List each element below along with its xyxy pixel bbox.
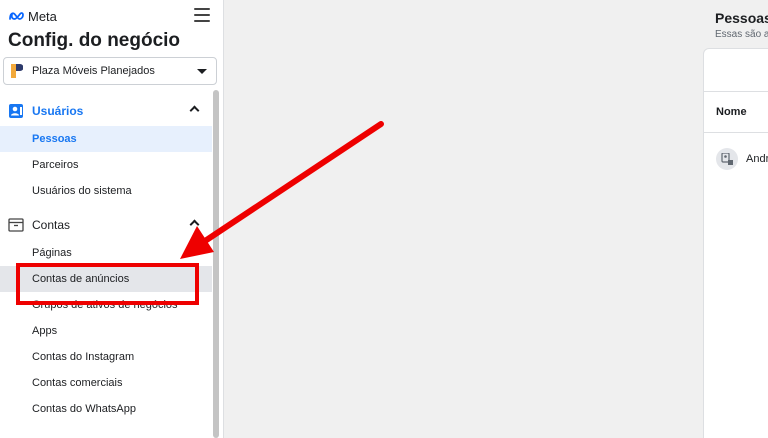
sidebar-item-parceiros[interactable]: Parceiros <box>0 152 212 178</box>
sidebar-nav: Usuários Pessoas Parceiros Usuários do s… <box>0 96 212 422</box>
section-users[interactable]: Usuários <box>0 96 212 126</box>
avatar <box>716 148 738 170</box>
section-accounts[interactable]: Contas <box>0 210 212 240</box>
sidebar: Meta Config. do negócio Plaza Móveis Pla… <box>0 0 224 438</box>
divider <box>704 91 768 92</box>
caret-down-icon <box>197 69 207 74</box>
sidebar-item-contas-comerciais[interactable]: Contas comerciais <box>0 370 212 396</box>
business-account-dropdown[interactable]: Plaza Móveis Planejados <box>3 57 217 85</box>
sidebar-item-usuarios-do-sistema[interactable]: Usuários do sistema <box>0 178 212 204</box>
people-card: Nome Andr <box>703 48 768 438</box>
business-account-name: Plaza Móveis Planejados <box>32 65 155 77</box>
section-users-label: Usuários <box>32 104 84 118</box>
annotation-highlight-box <box>16 263 199 305</box>
panel-title: Pessoas <box>715 10 768 26</box>
sidebar-item-contas-do-instagram[interactable]: Contas do Instagram <box>0 344 212 370</box>
business-logo-icon <box>11 64 23 78</box>
chevron-up-icon[interactable] <box>189 105 200 116</box>
page-title: Config. do negócio <box>8 30 181 51</box>
brand-text: Meta <box>28 8 57 24</box>
meta-logo-icon <box>9 12 24 20</box>
person-row[interactable]: Andr <box>716 148 768 170</box>
menu-icon[interactable] <box>194 8 210 22</box>
sidebar-item-contas-do-whatsapp[interactable]: Contas do WhatsApp <box>0 396 212 422</box>
sidebar-item-apps[interactable]: Apps <box>0 318 212 344</box>
accounts-icon <box>8 218 24 232</box>
person-name: Andr <box>746 153 768 165</box>
panel-header: Pessoas Essas são a <box>715 10 768 40</box>
column-header-name[interactable]: Nome <box>716 106 747 118</box>
panel-subtitle: Essas são a <box>715 29 768 40</box>
divider <box>704 132 768 133</box>
users-icon <box>9 104 23 118</box>
section-accounts-label: Contas <box>32 218 71 232</box>
sidebar-item-pessoas[interactable]: Pessoas <box>0 126 212 152</box>
chevron-up-icon[interactable] <box>189 219 200 230</box>
sidebar-scrollbar[interactable] <box>213 90 219 438</box>
meta-brand[interactable]: Meta <box>8 8 57 24</box>
user-badge-icon <box>721 153 733 165</box>
